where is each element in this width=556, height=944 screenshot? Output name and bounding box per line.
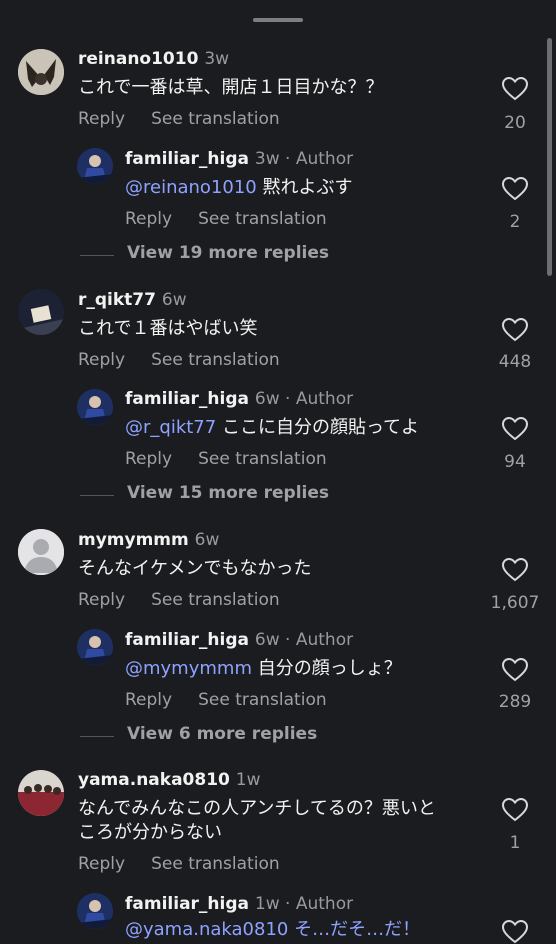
view-more-label: View 15 more replies xyxy=(127,483,330,503)
view-more-replies[interactable]: View 15 more replies xyxy=(80,483,380,507)
reply-text: @r_qikt77 ここに自分の顔貼ってよ xyxy=(125,417,420,438)
heart-icon[interactable] xyxy=(502,77,528,101)
heart-icon[interactable] xyxy=(502,920,528,944)
avatar[interactable] xyxy=(18,289,64,335)
reply-username[interactable]: familiar_higa 1w · Author xyxy=(125,894,353,914)
see-translation-button[interactable]: See translation xyxy=(198,449,327,469)
reply-meta: 6w · Author xyxy=(254,630,354,650)
reply-button[interactable]: Reply xyxy=(78,590,125,610)
view-more-label: View 6 more replies xyxy=(127,724,318,744)
view-more-label: View 19 more replies xyxy=(127,243,330,263)
divider xyxy=(80,255,114,256)
avatar[interactable] xyxy=(77,389,113,425)
avatar[interactable] xyxy=(18,49,64,95)
comment-text: これで１番はやばい笑 xyxy=(78,318,258,339)
avatar[interactable] xyxy=(77,148,113,184)
reply-meta: 3w · Author xyxy=(254,149,354,169)
see-translation-button[interactable]: See translation xyxy=(151,109,280,129)
reply-button[interactable]: Reply xyxy=(125,449,172,469)
reply-username[interactable]: familiar_higa 6w · Author xyxy=(125,630,353,650)
sheet-drag-handle[interactable] xyxy=(253,18,303,22)
comment-text-line-1: なんでみんなこの人アンチしてるの？悪いと xyxy=(78,798,436,819)
like-count: 1,607 xyxy=(490,593,540,613)
like-count: 448 xyxy=(498,352,532,372)
comment-username[interactable]: yama.naka0810 1w xyxy=(78,770,261,790)
reply-username[interactable]: familiar_higa 3w · Author xyxy=(125,149,353,169)
comment-age: 3w xyxy=(204,49,230,69)
see-translation-button[interactable]: See translation xyxy=(151,590,280,610)
see-translation-button[interactable]: See translation xyxy=(198,209,327,229)
heart-icon[interactable] xyxy=(502,177,528,201)
avatar[interactable] xyxy=(77,893,113,929)
heart-icon[interactable] xyxy=(502,558,528,582)
comment-username[interactable]: mymymmm 6w xyxy=(78,530,219,550)
divider xyxy=(80,736,114,737)
comment-username[interactable]: reinano1010 3w xyxy=(78,49,229,69)
like-count: 1 xyxy=(509,833,521,853)
mention-link[interactable]: @r_qikt77 xyxy=(125,417,216,438)
comment-actions: Reply See translation xyxy=(78,590,306,610)
comment-text: これで一番は草、開店１日目かな？？ xyxy=(78,77,384,98)
divider xyxy=(80,495,114,496)
reply-actions: Reply See translation xyxy=(125,209,353,229)
reply-button[interactable]: Reply xyxy=(78,350,125,370)
comment-text: そんなイケメンでもなかった xyxy=(78,558,312,579)
avatar[interactable] xyxy=(77,629,113,665)
like-count: 20 xyxy=(504,113,526,133)
comment-actions: Reply See translation xyxy=(78,350,306,370)
see-translation-button[interactable]: See translation xyxy=(151,350,280,370)
reply-username[interactable]: familiar_higa 6w · Author xyxy=(125,389,353,409)
view-more-replies[interactable]: View 6 more replies xyxy=(80,724,380,748)
like-count: 289 xyxy=(498,692,532,712)
reply-button[interactable]: Reply xyxy=(78,109,125,129)
avatar[interactable] xyxy=(18,770,64,816)
comment-actions: Reply See translation xyxy=(78,854,306,874)
heart-icon[interactable] xyxy=(502,417,528,441)
heart-icon[interactable] xyxy=(502,798,528,822)
see-translation-button[interactable]: See translation xyxy=(198,690,327,710)
heart-icon[interactable] xyxy=(502,658,528,682)
scrollbar[interactable] xyxy=(547,38,552,276)
reply-button[interactable]: Reply xyxy=(125,209,172,229)
heart-icon[interactable] xyxy=(502,318,528,342)
like-count: 2 xyxy=(509,212,521,232)
comment-text-line-2: ころが分からない xyxy=(78,822,222,843)
comment-username[interactable]: r_qikt77 6w xyxy=(78,290,187,310)
comment-age: 6w xyxy=(194,530,220,550)
reply-text: @reinano1010 黙れよぶす xyxy=(125,177,353,198)
reply-text: @mymymmm 自分の顔っしょ？ xyxy=(125,658,402,679)
mention-link[interactable]: @reinano1010 xyxy=(125,177,257,198)
avatar[interactable] xyxy=(18,529,64,575)
reply-meta: 6w · Author xyxy=(254,389,354,409)
reply-button[interactable]: Reply xyxy=(125,690,172,710)
reply-text-partial: @yama.naka0810 そ…だそ…だ！ xyxy=(125,919,421,940)
reply-actions: Reply See translation xyxy=(125,449,353,469)
view-more-replies[interactable]: View 19 more replies xyxy=(80,243,380,267)
reply-button[interactable]: Reply xyxy=(78,854,125,874)
comment-age: 6w xyxy=(161,290,187,310)
reply-meta: 1w · Author xyxy=(254,894,354,914)
comment-actions: Reply See translation xyxy=(78,109,306,129)
mention-link[interactable]: @mymymmm xyxy=(125,658,252,679)
like-count: 94 xyxy=(504,452,526,472)
comment-age: 1w xyxy=(235,770,261,790)
reply-actions: Reply See translation xyxy=(125,690,353,710)
see-translation-button[interactable]: See translation xyxy=(151,854,280,874)
